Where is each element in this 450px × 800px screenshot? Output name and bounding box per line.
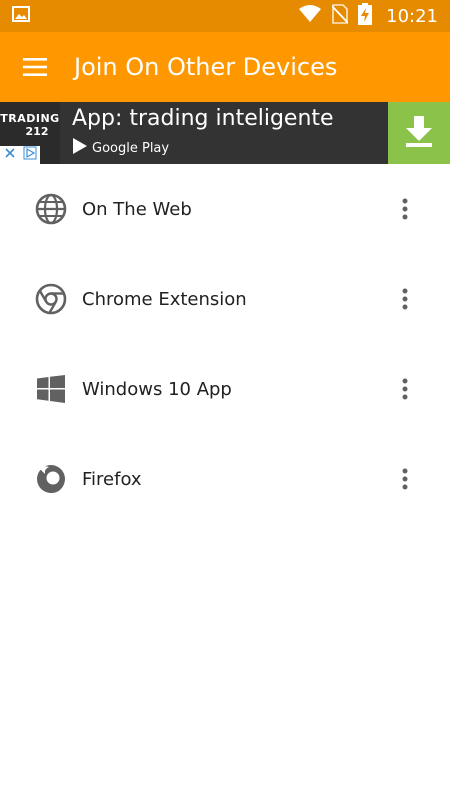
image-notification-icon xyxy=(12,5,30,27)
list-item-chrome-extension[interactable]: Chrome Extension xyxy=(0,254,450,344)
wifi-icon xyxy=(298,4,322,28)
battery-charging-icon xyxy=(358,2,373,30)
ad-text[interactable]: App: trading inteligente Google Play xyxy=(60,102,388,164)
hamburger-menu-icon[interactable] xyxy=(0,32,70,102)
ad-store-badge[interactable]: Google Play xyxy=(72,137,388,160)
download-icon xyxy=(404,115,434,152)
status-time: 10:21 xyxy=(386,5,438,27)
ad-banner[interactable]: TRADING 212 App: trading inteligente Goo… xyxy=(0,102,450,164)
ad-logo-line2: 212 xyxy=(25,125,49,138)
ad-logo-line1: TRADING xyxy=(0,112,60,125)
google-play-icon xyxy=(72,137,88,160)
globe-icon xyxy=(35,193,67,225)
ad-logo[interactable]: TRADING 212 xyxy=(0,102,60,164)
more-options-icon[interactable] xyxy=(390,373,420,405)
ad-choices-icon[interactable] xyxy=(23,146,37,165)
ad-choices[interactable] xyxy=(0,146,40,164)
page-title: Join On Other Devices xyxy=(74,53,338,81)
list-item-firefox[interactable]: Firefox xyxy=(0,434,450,524)
more-options-icon[interactable] xyxy=(390,283,420,315)
windows-icon xyxy=(35,373,67,405)
list-item-windows-10-app[interactable]: Windows 10 App xyxy=(0,344,450,434)
no-sim-icon xyxy=(331,3,349,29)
more-options-icon[interactable] xyxy=(390,463,420,495)
device-label: On The Web xyxy=(82,198,192,220)
status-bar: 10:21 xyxy=(0,0,450,32)
more-options-icon[interactable] xyxy=(390,193,420,225)
close-icon[interactable] xyxy=(4,146,16,164)
app-bar: Join On Other Devices xyxy=(0,32,450,102)
chrome-icon xyxy=(35,283,67,315)
firefox-icon xyxy=(35,463,67,495)
ad-download-button[interactable] xyxy=(388,102,450,164)
device-label: Chrome Extension xyxy=(82,288,247,310)
ad-headline[interactable]: App: trading inteligente xyxy=(72,106,388,131)
ad-store-label: Google Play xyxy=(92,141,170,156)
device-list: On The Web Chrome Extension Windows 10 A… xyxy=(0,164,450,524)
device-label: Firefox xyxy=(82,468,142,490)
list-item-on-the-web[interactable]: On The Web xyxy=(0,164,450,254)
device-label: Windows 10 App xyxy=(82,378,232,400)
